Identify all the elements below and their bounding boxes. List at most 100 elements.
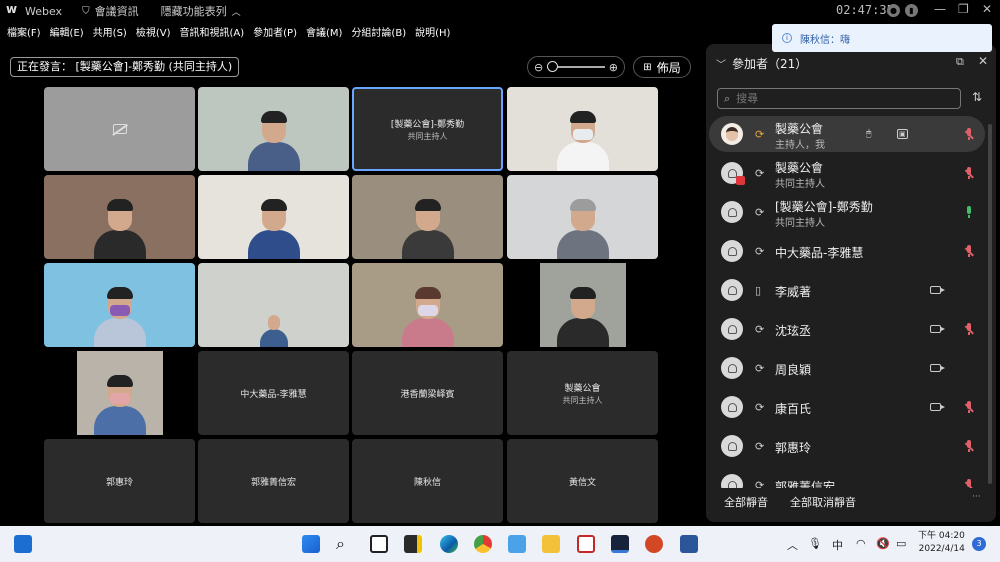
list-item[interactable]: ⟳ 製藥公會 共同主持人 bbox=[709, 155, 985, 191]
list-item[interactable]: ⟳ 中大藥品-李雅慧 bbox=[709, 233, 985, 269]
list-item[interactable]: ▯ 李威著 bbox=[709, 272, 985, 308]
list-item[interactable]: ⟳ 製藥公會 主持人，我 🖱 ▣ bbox=[709, 116, 985, 152]
list-item[interactable]: ⟳ 康百氏 bbox=[709, 389, 985, 425]
video-tile[interactable]: 郭雅菁信宏 bbox=[198, 439, 349, 523]
close-icon[interactable]: ✕ bbox=[978, 54, 988, 68]
chevron-down-icon[interactable]: ﹀ bbox=[716, 56, 726, 71]
avatar-placeholder-icon bbox=[727, 363, 737, 373]
video-tile[interactable] bbox=[198, 175, 349, 259]
microphone-icon[interactable]: 🎙 bbox=[808, 537, 822, 550]
file-explorer-icon[interactable] bbox=[542, 535, 560, 553]
more-options-icon[interactable]: ··· bbox=[972, 492, 981, 502]
video-icon[interactable] bbox=[930, 403, 945, 411]
wifi-icon[interactable]: ◠ bbox=[856, 537, 866, 550]
video-tile[interactable]: 中大藥品-李雅慧 bbox=[198, 351, 349, 435]
mic-muted-icon[interactable] bbox=[965, 439, 974, 453]
menu-file[interactable]: 檔案(F) bbox=[7, 24, 41, 44]
mic-muted-icon[interactable] bbox=[965, 244, 974, 258]
mic-muted-icon[interactable] bbox=[965, 478, 974, 488]
menu-breakout[interactable]: 分組討論(B) bbox=[351, 24, 406, 44]
video-icon[interactable] bbox=[930, 325, 945, 333]
widgets-icon[interactable] bbox=[14, 535, 32, 553]
pointer-icon[interactable]: 🖱 bbox=[866, 129, 871, 139]
menu-audio-video[interactable]: 音訊和視訊(A) bbox=[180, 24, 245, 44]
mic-active-icon[interactable] bbox=[965, 205, 973, 219]
list-item[interactable]: ⟳ 郭惠玲 bbox=[709, 428, 985, 464]
video-icon[interactable] bbox=[930, 286, 945, 294]
mic-muted-icon[interactable] bbox=[965, 166, 974, 180]
sticky-notes-icon[interactable] bbox=[404, 535, 422, 553]
unmute-all-button[interactable]: 全部取消靜音 bbox=[790, 494, 856, 510]
chrome-browser-icon[interactable] bbox=[474, 535, 492, 553]
list-item[interactable]: ⟳ [製藥公會]-鄭秀勤 共同主持人 bbox=[709, 194, 985, 230]
word-icon[interactable] bbox=[680, 535, 698, 553]
system-clock[interactable]: 下午 04:20 2022/4/14 bbox=[918, 530, 965, 556]
video-tile[interactable] bbox=[352, 175, 503, 259]
video-tile[interactable]: [製藥公會]-鄭秀勤 共同主持人 bbox=[352, 87, 503, 171]
edge-browser-icon[interactable] bbox=[440, 535, 458, 553]
video-tile[interactable] bbox=[507, 87, 658, 171]
search-icon[interactable]: ⌕ bbox=[336, 535, 354, 553]
hide-menu-button[interactable]: 隱藏功能表列 ︿ bbox=[161, 3, 241, 19]
menu-share[interactable]: 共用(S) bbox=[93, 24, 127, 44]
mute-all-button[interactable]: 全部靜音 bbox=[724, 494, 768, 510]
menu-meeting[interactable]: 會議(M) bbox=[306, 24, 342, 44]
layout-button[interactable]: ⊞ 佈局 bbox=[633, 56, 691, 78]
video-tile[interactable]: 黃信文 bbox=[507, 439, 658, 523]
video-tile[interactable]: 港香蘭梁峄賓 bbox=[352, 351, 503, 435]
video-tile[interactable] bbox=[198, 87, 349, 171]
video-tile[interactable] bbox=[352, 263, 503, 347]
meeting-info-button[interactable]: ⛉ 會議資訊 bbox=[82, 3, 139, 19]
menu-view[interactable]: 檢視(V) bbox=[136, 24, 171, 44]
video-tile[interactable] bbox=[44, 175, 195, 259]
video-icon[interactable] bbox=[930, 364, 945, 372]
zoom-out-icon[interactable]: ⊖ bbox=[534, 61, 543, 74]
video-tile[interactable] bbox=[44, 351, 195, 435]
battery-icon[interactable]: ▭ bbox=[896, 537, 906, 550]
list-item[interactable]: ⟳ 周良穎 bbox=[709, 350, 985, 386]
video-tile[interactable] bbox=[507, 263, 658, 347]
restore-icon[interactable]: ❐ bbox=[958, 2, 969, 16]
task-view-icon[interactable] bbox=[370, 535, 388, 553]
video-tile[interactable]: 製藥公會 共同主持人 bbox=[507, 351, 658, 435]
minimize-icon[interactable]: — bbox=[934, 2, 946, 16]
mic-muted-icon[interactable] bbox=[965, 127, 974, 141]
video-tile[interactable]: 郭惠玲 bbox=[44, 439, 195, 523]
mic-muted-icon[interactable] bbox=[965, 400, 974, 414]
list-item[interactable]: ⟳ 郭雅菁信宏 bbox=[709, 467, 985, 488]
zoom-slider-knob[interactable] bbox=[547, 61, 559, 72]
pdf-reader-icon[interactable] bbox=[577, 535, 595, 553]
chat-notification[interactable]: i 陳秋信：嗨 bbox=[772, 24, 992, 52]
zoom-in-icon[interactable]: ⊕ bbox=[609, 61, 618, 74]
participant-search[interactable]: ⌕ bbox=[717, 88, 961, 109]
zoom-slider[interactable] bbox=[547, 61, 605, 72]
notification-badge[interactable]: 3 bbox=[972, 537, 986, 551]
mic-muted-icon[interactable] bbox=[965, 322, 974, 336]
popout-icon[interactable]: ⧉ bbox=[956, 55, 964, 69]
video-tile[interactable]: 陳秋信 bbox=[352, 439, 503, 523]
captions-icon[interactable]: ▣ bbox=[897, 129, 908, 139]
sort-icon[interactable]: ⇅ bbox=[972, 90, 982, 104]
participants-header[interactable]: ﹀ 參加者（21） bbox=[716, 55, 807, 72]
network-status-icon[interactable]: ● bbox=[887, 4, 900, 17]
menu-edit[interactable]: 編輯(E) bbox=[50, 24, 84, 44]
stats-icon[interactable]: ▮ bbox=[905, 4, 918, 17]
ime-indicator[interactable]: 中 bbox=[832, 537, 843, 553]
menu-help[interactable]: 說明(H) bbox=[415, 24, 450, 44]
notepad-icon[interactable] bbox=[508, 535, 526, 553]
close-window-icon[interactable]: ✕ bbox=[982, 2, 992, 16]
video-tile[interactable] bbox=[44, 87, 195, 171]
menu-participants[interactable]: 參加者(P) bbox=[253, 24, 297, 44]
start-menu-icon[interactable] bbox=[302, 535, 320, 553]
webex-taskbar-icon[interactable] bbox=[611, 535, 629, 553]
video-tile[interactable] bbox=[507, 175, 658, 259]
volume-muted-icon[interactable]: 🔇 bbox=[876, 537, 890, 550]
video-tile[interactable] bbox=[198, 263, 349, 347]
search-input[interactable] bbox=[736, 92, 937, 105]
video-tile[interactable] bbox=[44, 263, 195, 347]
participant-list-scrollbar[interactable] bbox=[988, 124, 992, 484]
avatar-face bbox=[726, 127, 738, 141]
powerpoint-icon[interactable] bbox=[645, 535, 663, 553]
chevron-up-icon[interactable]: ︿ bbox=[787, 537, 798, 553]
list-item[interactable]: ⟳ 沈玹丞 bbox=[709, 311, 985, 347]
